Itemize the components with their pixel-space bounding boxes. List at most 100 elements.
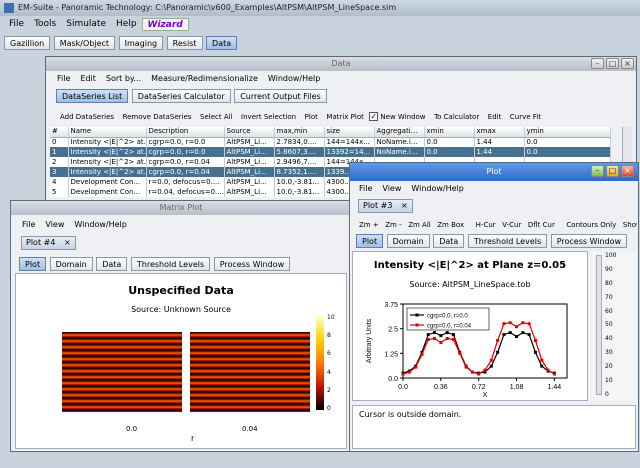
menu-simulate[interactable]: Simulate [61,18,111,31]
new-window-checkbox[interactable]: ✓ [369,112,379,121]
data-point [489,364,493,368]
minimize-icon[interactable]: – [591,58,604,69]
tab-data[interactable]: Data [206,36,238,50]
side-scale-tick: 20 [605,363,613,371]
tab-imaging[interactable]: Imaging [118,36,164,50]
plot-tab-threshold[interactable]: Threshold Levels [467,234,548,248]
col-header[interactable]: Name [68,127,147,138]
close-icon[interactable]: × [621,58,634,69]
data-menu-window[interactable]: Window/Help [263,72,325,85]
data-point [426,333,430,337]
data-point [508,321,512,325]
heatmap-xtick: 0.0 [126,425,138,433]
plot-tab-plot[interactable]: Plot [356,234,384,248]
h-cursor-button[interactable]: H-Cur [476,221,496,229]
zoom-out-button[interactable]: Zm - [385,221,401,229]
tab-current-output-files[interactable]: Current Output Files [234,89,327,103]
matrix-tab-threshold[interactable]: Threshold Levels [130,257,211,271]
maximize-icon[interactable]: □ [606,165,619,177]
menu-tools[interactable]: Tools [29,18,61,31]
col-header[interactable]: size [324,127,375,138]
data-point [540,364,544,368]
menu-file[interactable]: File [4,18,29,31]
table-cell: 0.0 [524,137,611,147]
invert-selection-button[interactable]: Invert Selection [241,113,296,121]
table-row[interactable]: 0 Intensity <|E|^2> at... cgrp=0.0, r=0.0 A… [50,137,611,147]
plot-doc-tab[interactable]: Plot #3 × [358,199,413,213]
zoom-in-button[interactable]: Zm + [359,221,379,229]
col-header[interactable]: xmin [424,127,475,138]
plot-menu-view[interactable]: View [377,182,406,195]
tab-mask-object[interactable]: Mask/Object [53,36,116,50]
tab-dataseries-calculator[interactable]: DataSeries Calculator [131,89,231,103]
table-cell: NoName.i... [374,147,425,157]
matrix-doc-tab[interactable]: Plot #4 × [21,236,76,250]
matrix-menu-window[interactable]: Window/Help [69,218,131,231]
to-calculator-button[interactable]: To Calculator [434,113,479,121]
matrix-tab-plot[interactable]: Plot [19,257,47,271]
data-point [546,368,550,372]
menu-help[interactable]: Help [111,18,142,31]
data-menu-file[interactable]: File [52,72,75,85]
matrix-tab-process[interactable]: Process Window [213,257,291,271]
col-header[interactable]: max,min [274,127,325,138]
table-row[interactable]: 1 Intensity <|E|^2> at... cgrp=0.0, r=0.0 A… [50,147,611,157]
matrix-menu-view[interactable]: View [40,218,69,231]
series-line [402,322,555,375]
matrix-plot-button[interactable]: Matrix Plot [326,113,363,121]
data-point [420,352,424,356]
col-header[interactable]: Aggregati... [374,127,425,138]
select-all-button[interactable]: Select All [200,113,233,121]
col-header[interactable]: xmax [474,127,525,138]
matrix-menu-file[interactable]: File [17,218,40,231]
close-tab-icon[interactable]: × [64,238,71,247]
data-menu-edit[interactable]: Edit [75,72,101,85]
table-cell: cgrp=0.0, r=0.04 [146,167,225,177]
col-header[interactable]: # [50,127,69,138]
edit-button[interactable]: Edit [488,113,502,121]
legend-marker [415,323,419,327]
plot-menu-window[interactable]: Window/Help [406,182,468,195]
data-point [515,325,519,329]
wizard-button[interactable]: Wizard [141,18,189,31]
zoom-all-button[interactable]: Zm All [408,221,431,229]
col-header[interactable]: Description [146,127,225,138]
col-header[interactable]: Source [224,127,275,138]
contours-only-button[interactable]: Contours Only [566,221,616,229]
v-cursor-button[interactable]: V-Cur [502,221,521,229]
tab-gazillion[interactable]: Gazillion [4,36,51,50]
x-tick-label: 0.0 [398,384,408,391]
maximize-icon[interactable]: □ [606,58,619,69]
table-cell: 10.0,-3.81... [274,187,325,197]
plot-tab-process[interactable]: Process Window [550,234,628,248]
plot-window: Plot – □ × File View Window/Help Plot #3… [349,162,639,452]
close-tab-icon[interactable]: × [401,201,408,210]
minimize-icon[interactable]: – [591,165,604,177]
y-tick-label: 3.75 [384,302,398,309]
plot-tab-data[interactable]: Data [433,234,465,248]
side-scale-bar[interactable] [596,255,602,395]
colorbar-ticks: 10 8 6 4 2 0 [327,314,347,412]
tab-dataseries-list[interactable]: DataSeries List [56,89,129,103]
col-header[interactable]: ymin [524,127,611,138]
data-menu-measure[interactable]: Measure/Redimensionalize [146,72,263,85]
data-point [515,335,519,339]
table-cell: AltPSM_Li... [224,167,275,177]
remove-dataseries-button[interactable]: Remove DataSeries [123,113,192,121]
zoom-box-button[interactable]: Zm Box [437,221,464,229]
add-dataseries-button[interactable]: Add DataSeries [60,113,114,121]
matrix-tab-domain[interactable]: Domain [49,257,93,271]
matrix-tab-data[interactable]: Data [96,257,128,271]
default-cursor-button[interactable]: Dflt Cur [528,221,555,229]
side-scale-tick: 90 [605,265,613,273]
plot-button[interactable]: Plot [305,113,318,121]
matrix-plot-heading: Unspecified Data [128,284,234,297]
close-icon[interactable]: × [621,165,634,177]
tab-resist[interactable]: Resist [166,36,203,50]
plot-tab-domain[interactable]: Domain [386,234,430,248]
data-menu-sort[interactable]: Sort by... [101,72,146,85]
plot-menu-file[interactable]: File [354,182,377,195]
curve-fit-button[interactable]: Curve Fit [510,113,541,121]
data-point [533,350,537,354]
show-image-button[interactable]: Show Ima [623,221,637,229]
